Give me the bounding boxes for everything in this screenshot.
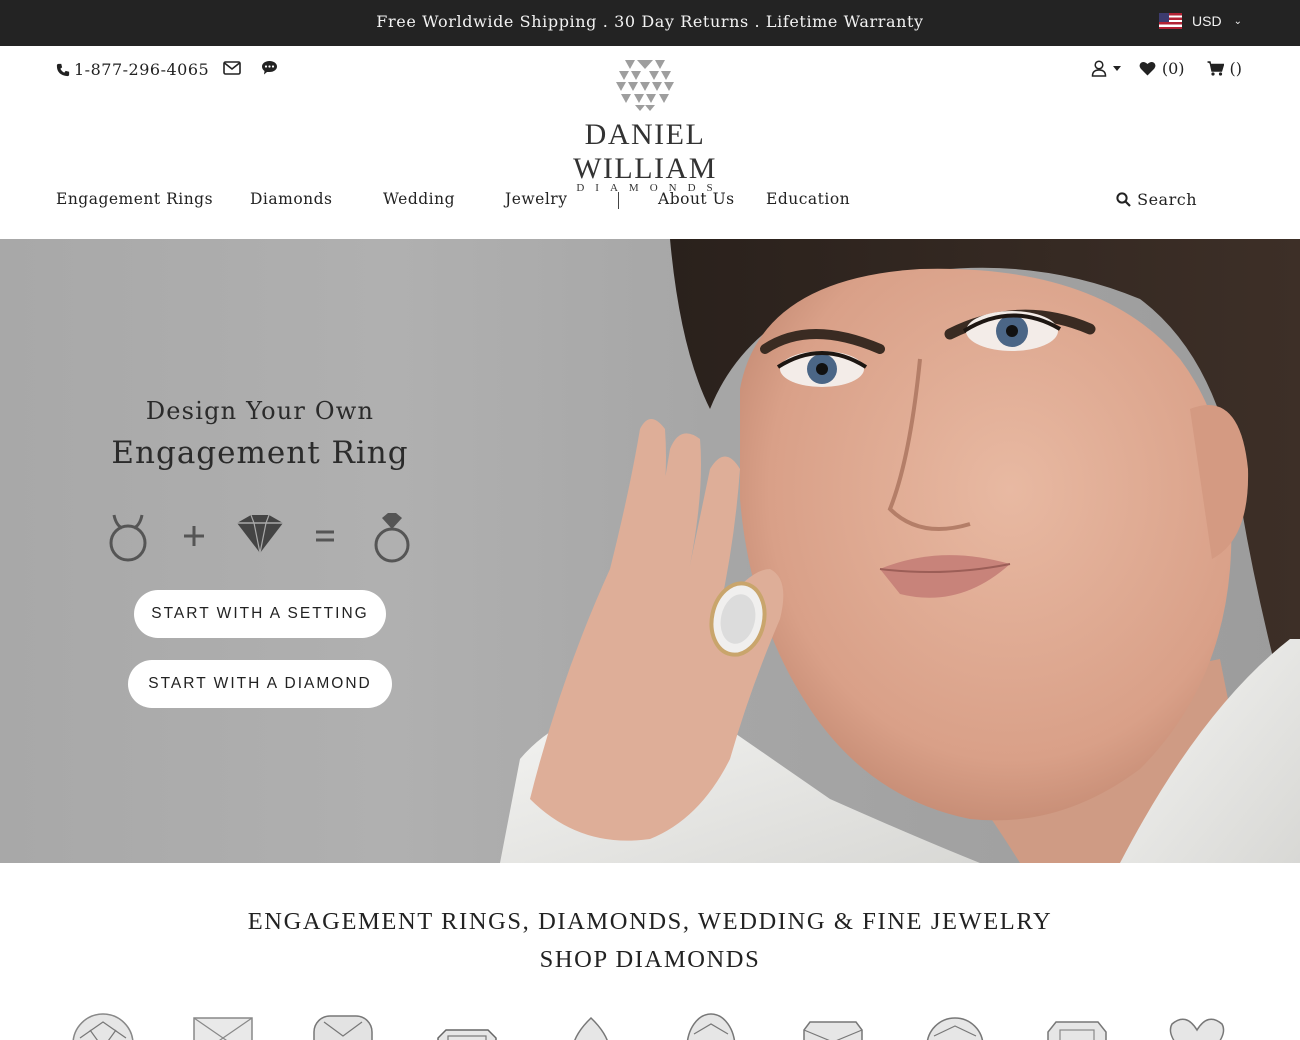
contact-links: 1-877-296-4065 xyxy=(56,60,278,79)
hero-line-1: Design Your Own xyxy=(145,397,375,425)
heart-diamond-icon[interactable] xyxy=(1166,1008,1228,1040)
search-icon xyxy=(1116,192,1131,207)
user-icon xyxy=(1091,60,1107,77)
diamond-shape-row xyxy=(0,1008,1300,1040)
start-with-setting-button[interactable]: START WITH A SETTING xyxy=(134,590,386,638)
main-nav: Engagement Rings Diamonds Wedding Jewelr… xyxy=(56,190,1246,214)
account-links: (0) () xyxy=(1091,59,1242,78)
ring-setting-icon xyxy=(109,514,147,562)
round-diamond-icon[interactable] xyxy=(72,1008,134,1040)
nav-jewelry[interactable]: Jewelry xyxy=(505,190,567,208)
marquise-diamond-icon[interactable] xyxy=(1046,1008,1108,1040)
pear-diamond-icon[interactable] xyxy=(560,1008,622,1040)
start-with-diamond-button[interactable]: START WITH A DIAMOND xyxy=(128,660,392,708)
phone-icon xyxy=(56,63,70,76)
equals-icon xyxy=(316,530,334,542)
nav-wedding[interactable]: Wedding xyxy=(383,190,455,208)
us-flag-icon xyxy=(1159,13,1183,29)
email-link[interactable] xyxy=(223,60,242,79)
wishlist-link[interactable]: (0) xyxy=(1139,59,1185,78)
princess-diamond-icon[interactable] xyxy=(192,1008,254,1040)
ring-equation xyxy=(109,513,410,563)
phone-number: 1-877-296-4065 xyxy=(74,60,210,79)
search-label: Search xyxy=(1137,190,1197,209)
nav-education[interactable]: Education xyxy=(766,190,850,208)
cart-count: () xyxy=(1229,59,1242,78)
envelope-icon xyxy=(223,61,242,75)
cart-link[interactable]: () xyxy=(1207,59,1242,78)
promo-bar: Free Worldwide Shipping . 30 Day Returns… xyxy=(0,0,1300,46)
currency-selector[interactable]: USD ⌄ xyxy=(1159,13,1242,29)
logo-name: DANIEL WILLIAM xyxy=(573,118,717,185)
site-logo[interactable]: DANIEL WILLIAM DIAMONDS xyxy=(520,58,770,194)
hero-line-2: Engagement Ring xyxy=(111,435,409,471)
hero-banner: Design Your Own Engagement Ring START WI… xyxy=(0,239,1300,863)
asscher-diamond-icon[interactable] xyxy=(924,1008,986,1040)
hero-heading: Design Your Own Engagement Ring xyxy=(100,397,420,471)
search-button[interactable]: Search xyxy=(1116,190,1197,209)
cart-icon xyxy=(1207,61,1224,76)
nav-engagement-rings[interactable]: Engagement Rings xyxy=(56,190,213,208)
emerald-diamond-icon[interactable] xyxy=(436,1008,498,1040)
account-menu[interactable] xyxy=(1091,60,1121,77)
hero-model-image xyxy=(500,239,1300,863)
caret-down-icon xyxy=(1112,66,1121,71)
chevron-down-icon: ⌄ xyxy=(1233,15,1242,27)
diamond-icon xyxy=(237,514,283,554)
nav-about-us[interactable]: About Us xyxy=(658,190,735,208)
radiant-diamond-icon[interactable] xyxy=(802,1008,864,1040)
chat-link[interactable] xyxy=(261,60,278,79)
heart-icon xyxy=(1139,62,1156,76)
section-headline: ENGAGEMENT RINGS, DIAMONDS, WEDDING & FI… xyxy=(247,908,1053,935)
cushion-diamond-icon[interactable] xyxy=(312,1008,374,1040)
plus-icon xyxy=(184,526,204,546)
nav-divider xyxy=(618,192,619,209)
promo-message: Free Worldwide Shipping . 30 Day Returns… xyxy=(376,12,924,31)
logo-mark-icon xyxy=(616,60,674,111)
wishlist-count: (0) xyxy=(1161,59,1185,78)
chat-icon xyxy=(262,61,278,75)
nav-diamonds[interactable]: Diamonds xyxy=(250,190,333,208)
oval-diamond-icon[interactable] xyxy=(680,1008,742,1040)
phone-link[interactable]: 1-877-296-4065 xyxy=(56,60,209,79)
shop-diamonds-heading: SHOP DIAMONDS xyxy=(539,946,761,973)
engagement-ring-icon xyxy=(374,513,410,563)
currency-label: USD xyxy=(1192,13,1222,29)
